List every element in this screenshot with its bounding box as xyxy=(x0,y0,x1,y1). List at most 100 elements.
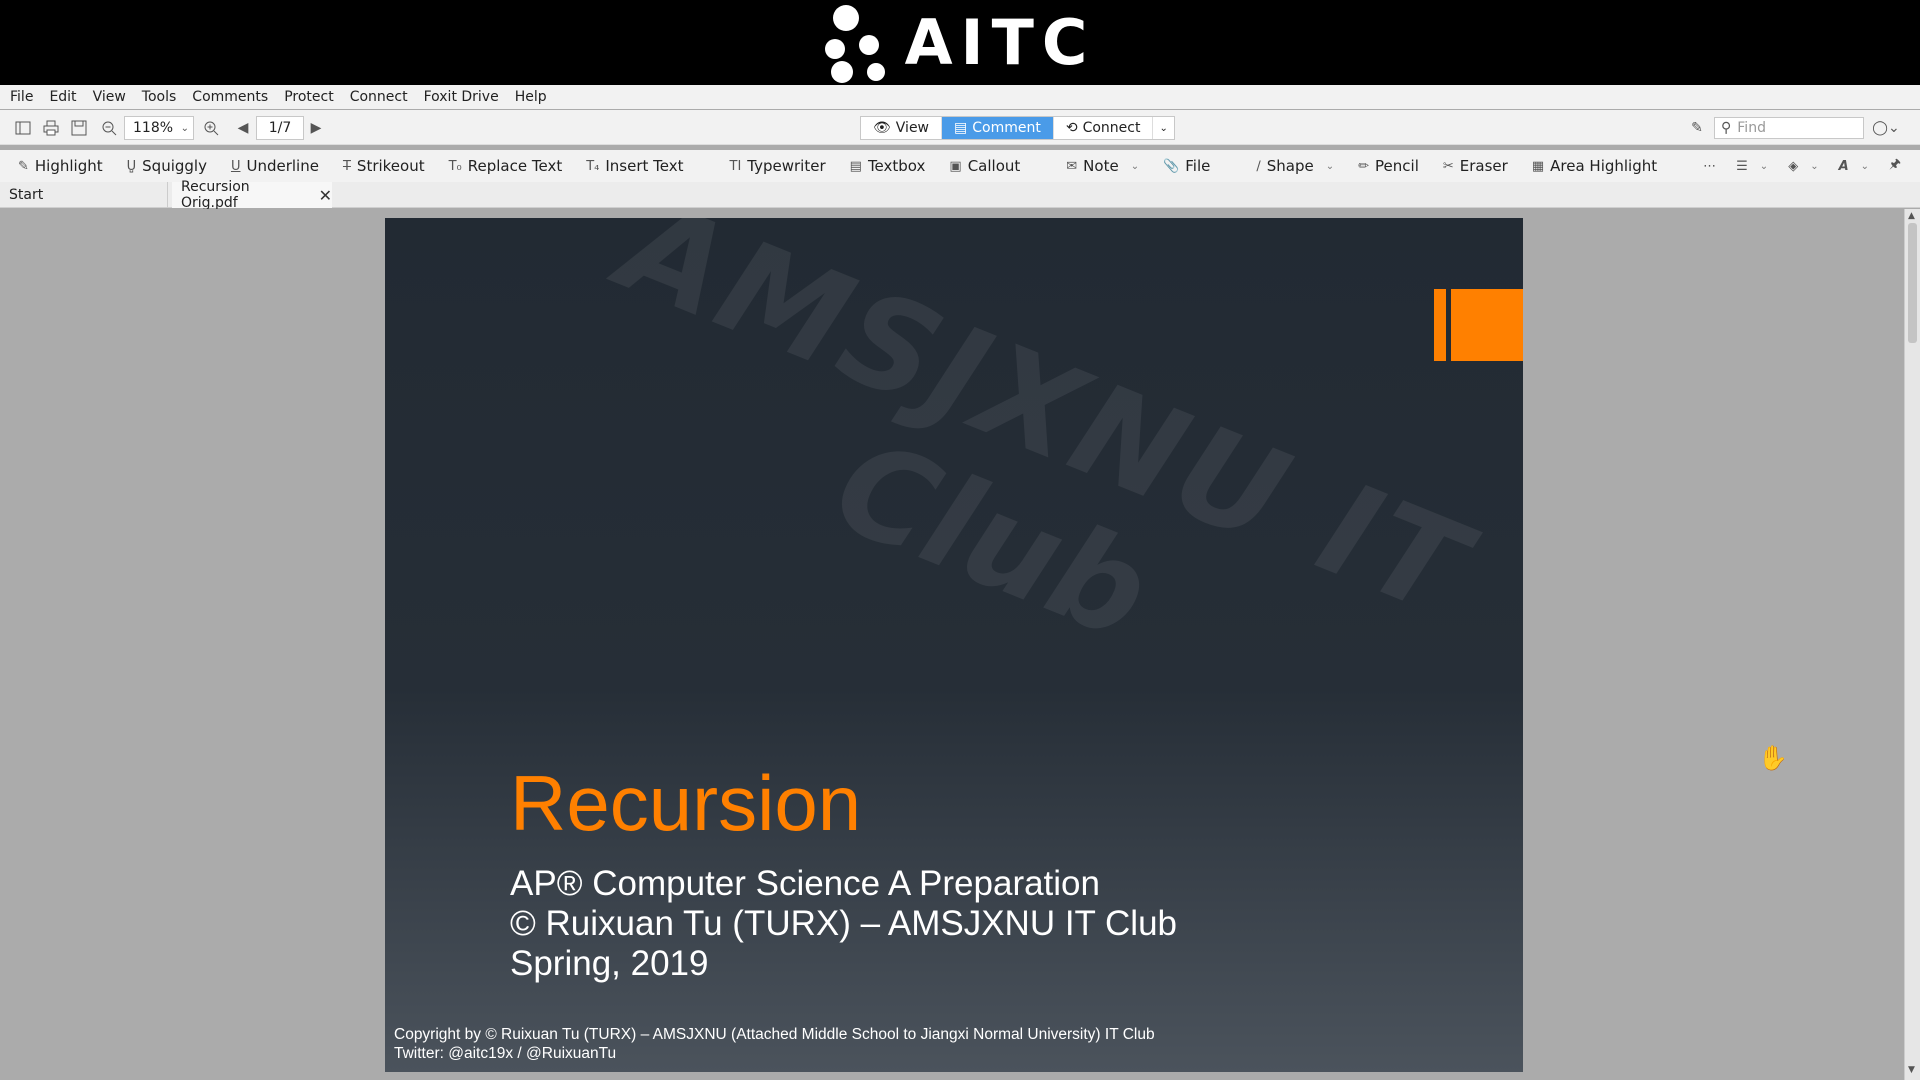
tab-start[interactable]: Start xyxy=(0,182,168,208)
sign-pen-icon[interactable]: ✎ xyxy=(1686,117,1708,139)
pin-button[interactable]: 🖈 xyxy=(1889,155,1901,177)
eraser-tool[interactable]: ✂ Eraser xyxy=(1443,157,1508,175)
save-icon[interactable] xyxy=(68,117,90,139)
menu-connect[interactable]: Connect xyxy=(350,89,408,105)
chevron-down-icon: ⌄ xyxy=(1159,122,1168,134)
note-tool[interactable]: ✉ Note ⌄ xyxy=(1066,157,1139,175)
replace-text-tool[interactable]: T₀ Replace Text xyxy=(449,157,563,175)
comment-icon: ▤ xyxy=(954,120,968,136)
highlight-tool[interactable]: ✎ Highlight xyxy=(18,157,103,175)
menu-file[interactable]: File xyxy=(10,89,33,105)
file-label: File xyxy=(1185,157,1211,175)
scroll-thumb[interactable] xyxy=(1908,223,1917,343)
comment-mode-button[interactable]: ▤ Comment xyxy=(942,117,1054,139)
mode-dropdown-button[interactable]: ⌄ xyxy=(1153,117,1173,139)
aitc-logo: AITC xyxy=(824,3,1096,83)
tab-document[interactable]: Recursion Orig.pdf ✕ xyxy=(172,179,332,211)
previous-page-icon[interactable]: ◀ xyxy=(232,117,254,139)
insert-text-tool[interactable]: T₄ Insert Text xyxy=(586,157,683,175)
replace-text-icon: T₀ xyxy=(448,158,462,174)
eraser-label: Eraser xyxy=(1459,157,1508,175)
sidebar-toggle-icon[interactable] xyxy=(12,117,34,139)
shape-tool[interactable]: ∕ Shape ⌄ xyxy=(1256,157,1334,175)
zoom-select[interactable]: 118% ⌄ xyxy=(124,116,194,140)
page-number-field[interactable]: 1/7 xyxy=(256,116,304,140)
slide-footer-line: Copyright by © Ruixuan Tu (TURX) – AMSJX… xyxy=(394,1026,1155,1043)
menu-help[interactable]: Help xyxy=(515,89,547,105)
line-width-button[interactable]: ☰ ⌄ xyxy=(1736,159,1768,174)
note-icon: ✉ xyxy=(1066,158,1078,174)
font-icon: A xyxy=(1838,158,1849,174)
connect-mode-label: Connect xyxy=(1082,120,1141,136)
line-shape-icon: ∕ xyxy=(1256,158,1261,174)
connect-mode-button[interactable]: ⟲ Connect xyxy=(1054,117,1154,139)
menu-tools[interactable]: Tools xyxy=(142,89,177,105)
replace-text-label: Replace Text xyxy=(467,157,563,175)
menu-comments[interactable]: Comments xyxy=(192,89,268,105)
search-icon: ⚲ xyxy=(1721,120,1732,136)
view-mode-label: View xyxy=(895,120,930,136)
line-width-icon: ☰ xyxy=(1736,158,1748,174)
underline-tool[interactable]: U Underline xyxy=(231,157,319,175)
account-icon[interactable]: ◯⌄ xyxy=(1870,117,1902,139)
squiggly-tool[interactable]: U̺ Squiggly xyxy=(127,157,207,175)
accent-block xyxy=(1451,289,1523,361)
strikeout-label: Strikeout xyxy=(356,157,425,175)
file-attachment-tool[interactable]: 📎 File xyxy=(1163,157,1210,175)
scroll-up-icon[interactable]: ▲ xyxy=(1908,211,1915,221)
pencil-tool[interactable]: ✏ Pencil xyxy=(1358,157,1419,175)
close-icon[interactable]: ✕ xyxy=(319,186,332,205)
typewriter-tool[interactable]: TI Typewriter xyxy=(730,157,826,175)
scroll-down-icon[interactable]: ▼ xyxy=(1908,1065,1915,1075)
menu-protect[interactable]: Protect xyxy=(284,89,334,105)
logo-dots-icon xyxy=(824,3,887,83)
pin-icon: 🖈 xyxy=(1889,157,1902,172)
comment-mode-label: Comment xyxy=(972,120,1041,136)
strikeout-tool[interactable]: T Strikeout xyxy=(343,157,425,175)
menu-foxit-drive[interactable]: Foxit Drive xyxy=(424,89,499,105)
menu-view[interactable]: View xyxy=(93,89,126,105)
view-mode-button[interactable]: 👁 View xyxy=(861,117,943,139)
highlight-label: Highlight xyxy=(34,157,103,175)
squiggly-icon: U̺ xyxy=(126,158,137,174)
zoom-out-icon[interactable] xyxy=(98,117,120,139)
menu-edit[interactable]: Edit xyxy=(49,89,76,105)
zoom-value: 118% xyxy=(133,120,174,136)
insert-text-icon: T₄ xyxy=(586,158,600,174)
mode-switcher: 👁 View ▤ Comment ⟲ Connect ⌄ xyxy=(860,116,1175,140)
pdf-page: AMSJXNU IT Club Recursion AP® Computer S… xyxy=(385,218,1523,1072)
pencil-icon: ✏ xyxy=(1358,158,1370,174)
find-input[interactable]: ⚲ Find xyxy=(1714,117,1864,139)
insert-text-label: Insert Text xyxy=(605,157,684,175)
zoom-in-icon[interactable] xyxy=(200,117,222,139)
file-attachment-icon: 📎 xyxy=(1163,158,1180,174)
area-highlight-tool[interactable]: ▦ Area Highlight xyxy=(1532,157,1657,175)
logo-text: AITC xyxy=(904,5,1096,79)
callout-tool[interactable]: ▣ Callout xyxy=(949,157,1020,175)
fill-color-button[interactable]: ◈ ⌄ xyxy=(1788,159,1818,174)
chevron-down-icon: ⌄ xyxy=(1130,160,1140,172)
vertical-scrollbar[interactable]: ▲ ▼ xyxy=(1904,209,1920,1080)
typewriter-icon: TI xyxy=(729,158,742,174)
textbox-tool[interactable]: ▤ Textbox xyxy=(850,157,926,175)
underline-icon: U xyxy=(230,158,241,174)
eraser-icon: ✂ xyxy=(1442,158,1454,174)
shape-label: Shape xyxy=(1266,157,1314,175)
typewriter-label: Typewriter xyxy=(747,157,826,175)
next-page-icon[interactable]: ▶ xyxy=(305,117,327,139)
hand-cursor-icon: ✋ xyxy=(1758,744,1788,772)
slide-subtitle-line: © Ruixuan Tu (TURX) – AMSJXNU IT Club xyxy=(510,904,1177,943)
more-options-button[interactable]: ⋯ xyxy=(1703,159,1716,174)
highlight-icon: ✎ xyxy=(18,158,29,174)
slide-subtitle-line: Spring, 2019 xyxy=(510,944,709,983)
tab-start-label: Start xyxy=(9,187,44,203)
main-toolbar: 118% ⌄ ◀ 1/7 ▶ 👁 View ▤ Comment ⟲ Connec… xyxy=(0,110,1920,145)
tab-document-label: Recursion Orig.pdf xyxy=(181,179,250,211)
chevron-down-icon: ⌄ xyxy=(180,122,189,134)
top-banner: AITC xyxy=(0,0,1920,85)
note-label: Note xyxy=(1083,157,1119,175)
print-icon[interactable] xyxy=(40,117,62,139)
more-icon: ⋯ xyxy=(1703,158,1717,174)
font-style-button[interactable]: A ⌄ xyxy=(1839,159,1869,174)
eye-icon: 👁 xyxy=(873,120,891,136)
